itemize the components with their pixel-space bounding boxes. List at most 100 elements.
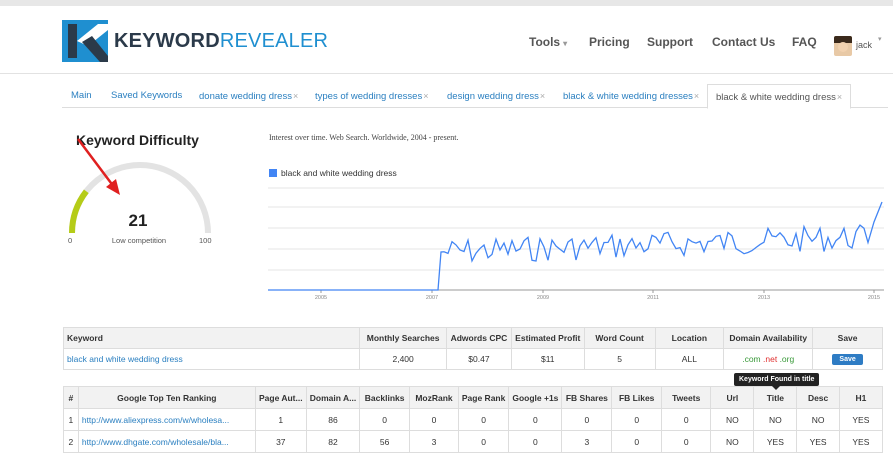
logo-text-bold: KEYWORD bbox=[114, 29, 220, 52]
table-cell: YES bbox=[838, 408, 884, 431]
logo-k-icon bbox=[62, 20, 108, 62]
brand-logo[interactable]: KEYWORDREVEALER bbox=[62, 20, 328, 62]
close-icon[interactable]: × bbox=[540, 91, 545, 101]
table-cell: 0 bbox=[661, 430, 712, 453]
close-icon[interactable]: × bbox=[837, 92, 842, 102]
domain-com[interactable]: .com bbox=[742, 354, 760, 364]
table-cell: 56 bbox=[359, 430, 411, 453]
difficulty-score: 21 bbox=[128, 211, 148, 230]
keyword-summary-table: Keyword Monthly Searches Adwords CPC Est… bbox=[62, 327, 883, 370]
tab-keyword[interactable]: donate wedding dress× bbox=[199, 84, 298, 108]
nav-tools-label: Tools bbox=[529, 35, 561, 49]
domain-availability-cell: .com .net .org bbox=[723, 348, 814, 370]
chevron-down-icon[interactable]: ▾ bbox=[878, 35, 882, 43]
legend-swatch bbox=[269, 169, 277, 177]
tab-active-keyword[interactable]: black & white wedding dress× bbox=[707, 84, 852, 109]
rank-cell: 1 bbox=[63, 408, 79, 431]
save-button[interactable]: Save bbox=[832, 354, 863, 365]
table-cell: 1 bbox=[254, 408, 307, 431]
col-mozrank: MozRank bbox=[409, 386, 459, 409]
table-row: 2 http://www.dhgate.com/wholesale/bla...… bbox=[63, 430, 884, 453]
profit-cell: $11 bbox=[510, 348, 585, 370]
nav-pricing[interactable]: Pricing bbox=[589, 35, 630, 49]
nav-tools[interactable]: Tools ▾ bbox=[529, 35, 567, 49]
col-monthly-searches: Monthly Searches bbox=[359, 327, 448, 349]
tab-main[interactable]: Main bbox=[71, 84, 92, 108]
table-cell: 3 bbox=[409, 430, 459, 453]
chart-x-tick-label: 2005 bbox=[315, 295, 327, 301]
col-domain-authority: Domain A... bbox=[305, 386, 361, 409]
nav-faq[interactable]: FAQ bbox=[792, 35, 817, 49]
table-cell: NO bbox=[753, 408, 798, 431]
table-row: black and white wedding dress 2,400 $0.4… bbox=[62, 348, 883, 370]
chart-x-tick-label: 2015 bbox=[868, 295, 880, 301]
tab-keyword[interactable]: types of wedding dresses× bbox=[315, 84, 428, 108]
tab-label: Main bbox=[71, 90, 92, 101]
avatar[interactable] bbox=[834, 36, 852, 56]
col-keyword: Keyword bbox=[62, 327, 361, 349]
col-adwords-cpc: Adwords CPC bbox=[446, 327, 512, 349]
table-cell: 0 bbox=[508, 408, 563, 431]
chart-x-tick-label: 2007 bbox=[426, 295, 438, 301]
table-cell: NO bbox=[710, 408, 755, 431]
location-cell: ALL bbox=[654, 348, 725, 370]
tab-keyword[interactable]: black & white wedding dresses× bbox=[563, 84, 699, 108]
logo-wordmark: KEYWORDREVEALER bbox=[114, 30, 328, 53]
col-backlinks: Backlinks bbox=[359, 386, 411, 409]
tab-label: design wedding dress bbox=[447, 91, 539, 102]
table-cell: 0 bbox=[561, 408, 613, 431]
tab-saved-keywords[interactable]: Saved Keywords bbox=[111, 84, 182, 108]
col-google-plus: Google +1s bbox=[508, 386, 563, 409]
col-tweets: Tweets bbox=[661, 386, 712, 409]
col-ranking-url: Google Top Ten Ranking bbox=[77, 386, 256, 409]
keyword-tabs: Main Saved Keywords donate wedding dress… bbox=[62, 84, 888, 109]
cpc-cell: $0.47 bbox=[446, 348, 512, 370]
user-name[interactable]: jack bbox=[856, 40, 872, 50]
nav-support[interactable]: Support bbox=[647, 35, 693, 49]
keyword-link[interactable]: black and white wedding dress bbox=[67, 354, 183, 364]
table-cell: 0 bbox=[409, 408, 459, 431]
table-cell: 0 bbox=[457, 408, 510, 431]
table-header-row: # Google Top Ten Ranking Page Aut... Dom… bbox=[63, 386, 884, 409]
col-save: Save bbox=[812, 327, 883, 349]
trend-caption: Interest over time. Web Search. Worldwid… bbox=[269, 133, 459, 142]
ranking-url-link[interactable]: http://www.aliexpress.com/w/wholesa... bbox=[82, 415, 229, 425]
site-header: KEYWORDREVEALER Tools ▾ Pricing Support C… bbox=[0, 6, 893, 74]
close-icon[interactable]: × bbox=[423, 91, 428, 101]
close-icon[interactable]: × bbox=[293, 91, 298, 101]
trend-legend: black and white wedding dress bbox=[269, 168, 397, 178]
chart-x-tick-label: 2011 bbox=[647, 295, 659, 301]
chart-x-tick-label: 2013 bbox=[758, 295, 770, 301]
tab-keyword[interactable]: design wedding dress× bbox=[447, 84, 545, 108]
monthly-searches-cell: 2,400 bbox=[359, 348, 448, 370]
tab-label: Saved Keywords bbox=[111, 90, 183, 101]
save-cell: Save bbox=[812, 348, 883, 370]
table-cell: YES bbox=[796, 430, 840, 453]
col-rank: # bbox=[63, 386, 79, 409]
ranking-url-link[interactable]: http://www.dhgate.com/wholesale/bla... bbox=[82, 437, 229, 447]
col-page-rank: Page Rank bbox=[457, 386, 510, 409]
rank-cell: 2 bbox=[63, 430, 79, 453]
tab-label: donate wedding dress bbox=[199, 91, 292, 102]
chevron-down-icon: ▾ bbox=[563, 39, 568, 48]
close-icon[interactable]: × bbox=[694, 91, 699, 101]
domain-org[interactable]: .org bbox=[780, 354, 795, 364]
table-cell: YES bbox=[838, 430, 884, 453]
difficulty-label: Low competition bbox=[111, 236, 167, 245]
tab-label: black & white wedding dresses bbox=[563, 91, 693, 102]
nav-contact[interactable]: Contact Us bbox=[712, 35, 775, 49]
interest-over-time-chart: 2005 2007 2009 2011 2013 2015 bbox=[268, 187, 884, 301]
col-desc: Desc bbox=[796, 386, 840, 409]
col-url: Url bbox=[710, 386, 755, 409]
domain-net[interactable]: .net bbox=[763, 354, 777, 364]
table-cell: NO bbox=[796, 408, 840, 431]
table-cell: YES bbox=[753, 430, 798, 453]
table-cell: 82 bbox=[305, 430, 361, 453]
table-cell: NO bbox=[710, 430, 755, 453]
col-word-count: Word Count bbox=[583, 327, 656, 349]
table-cell: 3 bbox=[561, 430, 613, 453]
col-location: Location bbox=[654, 327, 725, 349]
url-cell: http://www.aliexpress.com/w/wholesa... bbox=[77, 408, 256, 431]
table-cell: 37 bbox=[254, 430, 307, 453]
tab-label: black & white wedding dress bbox=[716, 92, 836, 103]
